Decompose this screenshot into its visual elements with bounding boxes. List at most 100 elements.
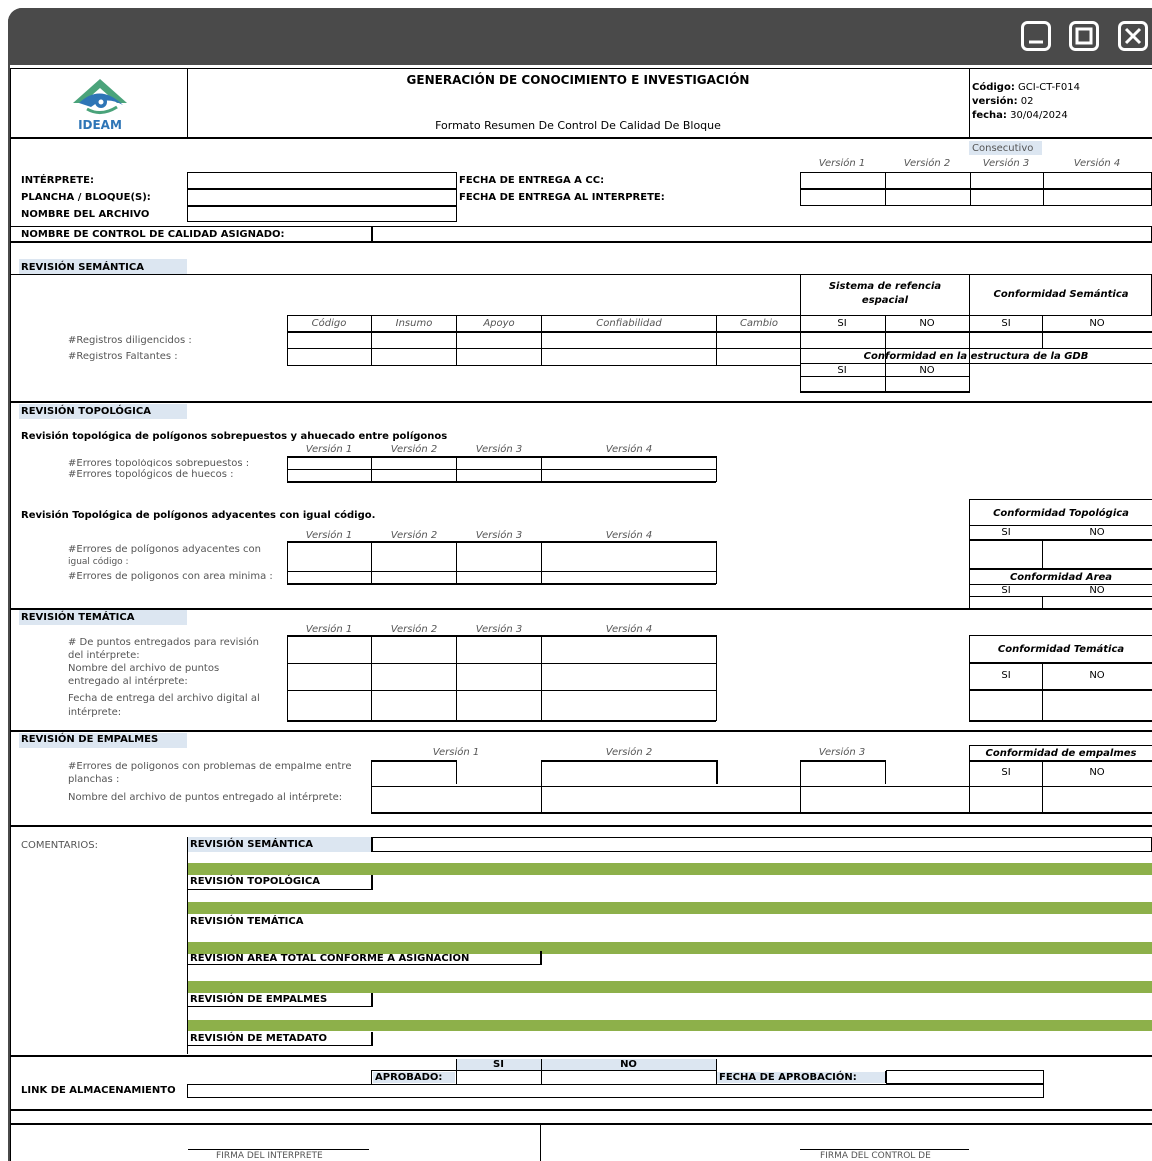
version-header: Versión 3 [982,158,1030,169]
comentario-topologica-label: REVISIÓN TOPOLÓGICA [190,876,320,887]
aprobado-label: APROBADO: [375,1072,443,1083]
comentario-tematica-label: REVISIÓN TEMÁTICA [190,916,304,927]
column-header: Insumo [395,318,433,329]
ideam-logo: IDEAM [65,77,135,133]
plancha-input[interactable] [187,189,457,206]
empalmes-heading: REVISIÓN DE EMPALMES [21,734,159,745]
comentario-semantica-input[interactable] [371,837,1152,852]
errores-sobrepuestos-label: #Errores topológicos sobrepuestos : [68,459,250,467]
si-label: SI [837,318,847,329]
comentarios-label: COMENTARIOS: [21,840,98,851]
fecha-int-v1-input[interactable] [800,189,886,206]
column-header: Apoyo [483,318,515,329]
version-header: Versión 3 [818,747,866,758]
link-almacenamiento-label: LINK DE ALMACENAMIENTO [21,1085,176,1096]
comentario-empalmes-label: REVISIÓN DE EMPALMES [190,994,328,1005]
maximize-icon[interactable] [1069,21,1099,51]
no-label: NO [1089,670,1105,681]
control-calidad-label: NOMBRE DE CONTROL DE CALIDAD ASIGNADO: [21,229,285,240]
version-header: Versión 1 [305,624,353,635]
no-label: NO [1089,527,1105,538]
codigo-field: Código: GCI-CT-F014 [972,82,1080,93]
conformidad-empalmes-label: Conformidad de empalmes [985,748,1137,759]
errores-area-minima-label: #Errores de poligonos con area minima : [68,571,273,582]
nombre-archivo-label: NOMBRE DEL ARCHIVO [21,209,150,220]
version-header: Versión 1 [305,530,353,541]
errores-empalme-label: planchas : [68,774,120,785]
fecha-aprobacion-input[interactable] [886,1070,1044,1084]
registros-diligenciados-label: #Registros diligencidos : [68,335,192,346]
no-label: NO [1089,767,1105,778]
version-header: Versión 4 [605,444,653,455]
topologica-heading: REVISIÓN TOPOLÓGICA [21,406,151,417]
plancha-label: PLANCHA / BLOQUE(S): [21,192,151,203]
si-label: SI [1001,527,1011,538]
conformidad-topologica-label: Conformidad Topológica [993,508,1129,519]
version-field: versión: 02 [972,96,1034,107]
firma-interprete-label: FIRMA DEL INTERPRETE [216,1151,323,1161]
fecha-cc-label: FECHA DE ENTREGA A CC: [459,175,605,186]
no-label: NO [1089,318,1105,329]
interprete-label: INTÉRPRETE: [21,175,94,186]
aprobado-si-label: SI [493,1059,504,1070]
version-header: Versión 4 [605,530,653,541]
comentario-area-label: REVISIÓN AREA TOTAL CONFORME A ASIGNACIÓ… [190,954,470,962]
conformidad-tematica-label: Conformidad Temática [997,644,1125,655]
column-header: Cambio [739,318,779,329]
fecha-aprobacion-label: FECHA DE APROBACIÓN: [719,1072,857,1083]
semantica-heading: REVISIÓN SEMÁNTICA [21,262,144,273]
conformidad-area-label: Conformidad Area [1009,572,1113,583]
spreadsheet-document: IDEAM GENERACIÓN DE CONOCIMIENTO E INVES… [10,65,1152,1161]
sistema-ref-label: Sistema de refencia [828,281,942,292]
nombre-archivo-puntos-label: entregado al intérprete: [68,676,188,687]
interprete-input[interactable] [187,172,457,189]
aprobado-no-label: NO [620,1059,637,1070]
fecha-cc-v1-input[interactable] [800,172,886,189]
version-header: Versión 2 [605,747,653,758]
comentario-semantica-label: REVISIÓN SEMÁNTICA [190,839,313,850]
puntos-entregados-label: del intérprete: [68,650,140,661]
window-titlebar [8,8,1152,66]
version-header: Versión 1 [305,444,353,455]
nombre-archivo-empalme-label: Nombre del archivo de puntos entregado a… [68,792,343,803]
control-calidad-input[interactable] [371,226,1152,242]
fecha-int-v2-input[interactable] [885,189,971,206]
link-almacenamiento-input[interactable] [187,1084,1044,1098]
errores-huecos-label: #Errores topológicos de huecos : [68,469,234,480]
no-label: NO [919,365,935,376]
fecha-interprete-label: FECHA DE ENTREGA AL INTERPRETE: [459,192,665,203]
version-header: Versión 2 [390,444,438,455]
si-label: SI [1001,318,1011,329]
nombre-archivo-input[interactable] [187,206,457,222]
fecha-entrega-digital-label: intérprete: [68,707,122,718]
sistema-ref-label: espacial [861,295,909,306]
minimize-icon[interactable] [1021,21,1051,51]
close-icon[interactable] [1118,21,1148,51]
fecha-int-v4-input[interactable] [1043,189,1152,206]
fecha-int-v3-input[interactable] [970,189,1044,206]
comentario-metadato-label: REVISIÓN DE METADATO [190,1033,328,1044]
tematica-heading: REVISIÓN TEMÁTICA [21,612,135,623]
errores-adyacentes-label: #Errores de polígonos adyacentes con [68,544,262,555]
fecha-cc-v3-input[interactable] [970,172,1044,189]
topologica-sub2: Revisión Topológica de polígonos adyacen… [21,510,376,521]
column-header: Confiabilidad [596,318,662,329]
fecha-cc-v2-input[interactable] [885,172,971,189]
version-header: Versión 1 [432,747,480,758]
form-subtitle: Formato Resumen De Control De Calidad De… [435,119,721,132]
fecha-entrega-digital-label: Fecha de entrega del archivo digital al [68,693,260,704]
form-title: GENERACIÓN DE CONOCIMIENTO E INVESTIGACI… [406,73,750,87]
fecha-field: fecha: 30/04/2024 [972,110,1068,121]
version-header: Versión 2 [390,624,438,635]
errores-empalme-label: #Errores de polígonos con problemas de e… [68,762,352,771]
si-label: SI [1001,585,1011,596]
column-header: Código [311,318,347,329]
si-label: SI [1001,670,1011,681]
firma-control-label: FIRMA DEL CONTROL DE [820,1151,931,1161]
topologica-sub1: Revisión topológica de polígonos sobrepu… [21,431,448,442]
nombre-archivo-puntos-label: Nombre del archivo de puntos [68,663,220,674]
version-header: Versión 2 [390,530,438,541]
fecha-cc-v4-input[interactable] [1043,172,1152,189]
si-label: SI [837,365,847,376]
no-label: NO [919,318,935,329]
